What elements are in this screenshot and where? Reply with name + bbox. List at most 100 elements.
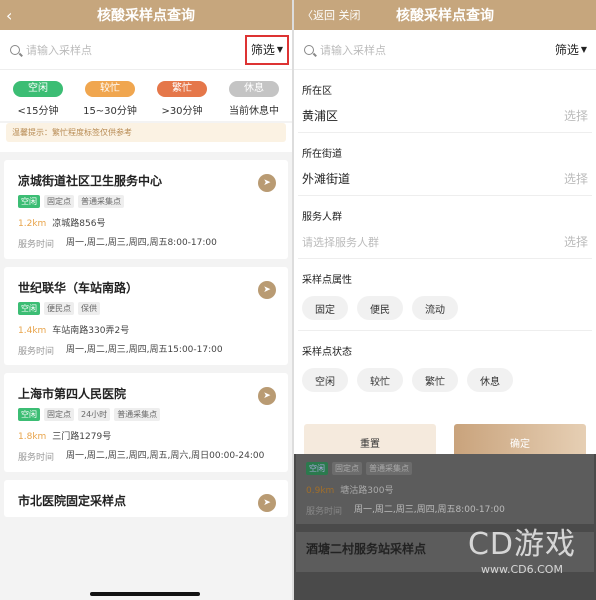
hours-label: 服务时间 <box>306 507 343 517</box>
navigate-icon[interactable]: ➤ <box>258 280 276 299</box>
filter-label: 筛选 <box>250 43 275 57</box>
left-screen: ‹ 核酸采样点查询 请输入采样点 筛选 ▼ 空闲 <15分钟 较忙 15~30分… <box>0 0 292 600</box>
legend-chip-free: 空闲 <box>13 81 63 97</box>
distance: 1.4km <box>18 325 47 336</box>
attr-option-mobile[interactable]: 流动 <box>412 296 458 320</box>
street-action[interactable]: 选择 <box>564 170 588 187</box>
search-input[interactable]: 请输入采样点 <box>10 42 245 58</box>
distance: 1.8km <box>18 432 47 442</box>
status-option-rest[interactable]: 休息 <box>467 368 513 392</box>
site-name: 世纪联华（车站南路） <box>18 280 139 295</box>
tag: 空闲 <box>306 462 328 475</box>
legend-chip-busy: 较忙 <box>85 81 135 97</box>
crowd-action[interactable]: 选择 <box>564 233 588 250</box>
legend-text: 15~30分钟 <box>83 106 137 117</box>
attr-option-fixed[interactable]: 固定 <box>302 296 348 320</box>
service-hours: 服务时间 周一,周二,周三,周四,周五8:00-17:00 <box>306 504 584 518</box>
legend-item: 繁忙 >30分钟 <box>149 76 215 117</box>
address-text: 凉城路856号 <box>52 219 106 229</box>
navigate-icon[interactable]: ➤ <box>258 493 276 512</box>
service-hours: 服务时间 周一,周二,周三,周四,周五8:00-17:00 <box>18 237 276 251</box>
filter-dropdown-icon: ▼ <box>580 45 588 54</box>
page-title: 核酸采样点查询 <box>97 8 195 24</box>
busy-legend: 空闲 <15分钟 较忙 15~30分钟 繁忙 >30分钟 休息 当前休息中 <box>0 70 292 121</box>
dim-overlay[interactable]: 空闲 固定点 普通采集点 0.9km 塘沽路300号 服务时间 周一,周二,周三,周… <box>294 454 596 600</box>
hours-value: 周一,周二,周三,周四,周五8:00-17:00 <box>66 238 217 248</box>
page-title: 核酸采样点查询 <box>396 8 494 24</box>
hours-value: 周一,周二,周三,周四,周五,周六,周日00:00-24:00 <box>66 451 265 461</box>
tip-wrap: 温馨提示：繁忙程度标签仅供参考 <box>0 123 292 152</box>
legend-item: 空闲 <15分钟 <box>5 76 71 117</box>
legend-text: 当前休息中 <box>229 106 279 117</box>
site-card-behind: 空闲 固定点 普通采集点 0.9km 塘沽路300号 服务时间 周一,周二,周三,周… <box>296 454 594 524</box>
search-placeholder: 请输入采样点 <box>320 43 386 57</box>
status-option-crowded[interactable]: 繁忙 <box>412 368 458 392</box>
address-text: 塘沽路300号 <box>340 486 394 496</box>
legend-chip-rest: 休息 <box>229 81 279 97</box>
legend-item: 较忙 15~30分钟 <box>77 76 143 117</box>
search-icon <box>10 44 20 55</box>
tag: 固定点 <box>44 408 74 421</box>
site-name: 凉城街道社区卫生服务中心 <box>18 174 163 188</box>
crowd-label: 服务人群 <box>302 212 342 223</box>
header-bar: ‹ 核酸采样点查询 <box>0 0 292 30</box>
search-placeholder: 请输入采样点 <box>26 43 92 57</box>
close-link[interactable]: 关闭 <box>339 9 361 22</box>
status-label: 采样点状态 <box>302 347 352 358</box>
attr-option-convenience[interactable]: 便民 <box>357 296 403 320</box>
search-input[interactable]: 请输入采样点 <box>304 42 549 58</box>
watermark-logo: CD游戏 <box>467 527 576 562</box>
distance: 1.2km <box>18 219 47 229</box>
site-card[interactable]: 世纪联华（车站南路） ➤ 空闲 便民点 保供 1.4km 车站南路330弄2号 服… <box>4 266 288 365</box>
legend-text: <15分钟 <box>17 106 59 117</box>
site-card[interactable]: 凉城街道社区卫生服务中心 ➤ 空闲 固定点 普通采集点 1.2km 凉城路856号… <box>4 160 288 259</box>
right-screen: 〈返回 关闭 核酸采样点查询 请输入采样点 筛选 ▼ 所在区 黄浦区 选择 所在… <box>294 0 596 600</box>
home-indicator <box>90 592 200 596</box>
crowd-placeholder: 请选择服务人群 <box>302 235 379 249</box>
tag: 保供 <box>78 301 100 315</box>
attr-options: 固定 便民 流动 <box>298 292 592 331</box>
district-action[interactable]: 选择 <box>564 107 588 124</box>
back-close-links: 〈返回 关闭 <box>302 7 361 23</box>
district-label: 所在区 <box>302 86 332 97</box>
filter-button[interactable]: 筛选 ▼ <box>549 34 593 65</box>
tip-banner: 温馨提示：繁忙程度标签仅供参考 <box>6 123 286 142</box>
hours-label: 服务时间 <box>18 453 55 463</box>
filter-button[interactable]: 筛选 ▼ <box>245 34 289 65</box>
status-option-busy[interactable]: 较忙 <box>357 368 403 392</box>
attr-label: 采样点属性 <box>302 275 352 286</box>
site-card[interactable]: 上海市第四人民医院 ➤ 空闲 固定点 24小时 普通采集点 1.8km 三门路12… <box>4 373 288 472</box>
search-icon <box>304 44 314 55</box>
distance: 0.9km <box>306 486 335 496</box>
site-name: 上海市第四人民医院 <box>18 387 127 401</box>
street-value: 外滩街道 <box>302 172 351 186</box>
tag: 空闲 <box>18 301 40 315</box>
status-options: 空闲 较忙 繁忙 休息 <box>298 364 592 402</box>
navigate-icon[interactable]: ➤ <box>258 387 276 405</box>
watermark-url: www.CD6.COM <box>480 563 563 576</box>
tag-list: 空闲 固定点 普通采集点 <box>18 195 276 208</box>
district-select[interactable]: 黄浦区 选择 <box>298 103 592 133</box>
tag: 固定点 <box>332 462 362 475</box>
hours-value: 周一,周二,周三,周四,周五8:00-17:00 <box>354 505 505 515</box>
back-icon[interactable]: ‹ <box>6 6 12 25</box>
hours-value: 周一,周二,周三,周四,周五15:00-17:00 <box>66 344 223 355</box>
navigate-icon[interactable]: ➤ <box>258 174 276 192</box>
watermark: CD游戏 www.CD6.COM <box>468 519 576 576</box>
crowd-select[interactable]: 请选择服务人群 选择 <box>298 229 592 259</box>
back-link[interactable]: 〈返回 <box>302 9 335 22</box>
site-address: 1.8km 三门路1279号 <box>18 429 276 442</box>
status-option-free[interactable]: 空闲 <box>302 368 348 392</box>
tag: 普通采集点 <box>114 408 161 421</box>
form-buttons: 重置 确定 <box>298 402 592 460</box>
tag-list: 空闲 固定点 24小时 普通采集点 <box>18 408 276 421</box>
filter-label: 筛选 <box>554 43 579 57</box>
filter-form: 所在区 黄浦区 选择 所在街道 外滩街道 选择 服务人群 请选择服务人群 选择 … <box>294 70 596 460</box>
tag: 普通采集点 <box>366 462 412 475</box>
tag: 固定点 <box>44 195 74 208</box>
street-select[interactable]: 外滩街道 选择 <box>298 166 592 196</box>
site-address: 0.9km 塘沽路300号 <box>306 483 584 496</box>
legend-item: 休息 当前休息中 <box>221 76 287 117</box>
tag: 24小时 <box>78 408 111 421</box>
site-card[interactable]: 市北医院固定采样点 ➤ <box>4 479 288 517</box>
